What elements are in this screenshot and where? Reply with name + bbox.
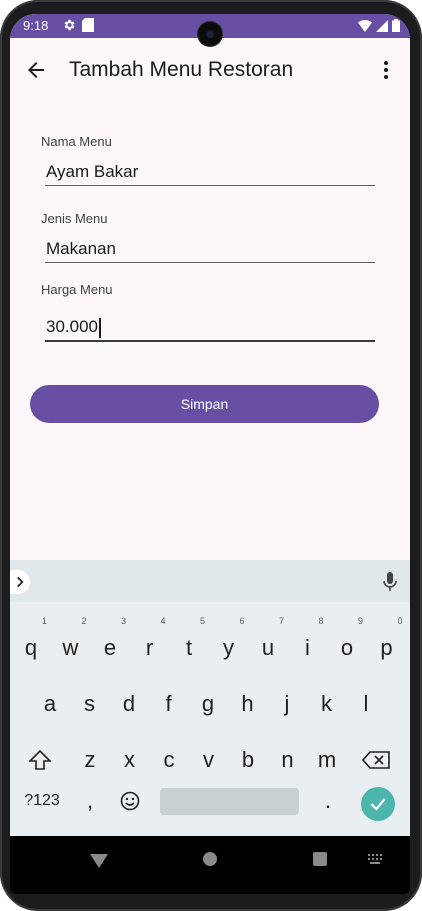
signal-icon xyxy=(376,19,388,32)
status-bar: 9:18 xyxy=(10,14,410,46)
harga-menu-input[interactable] xyxy=(45,314,375,342)
keyboard-switch-icon[interactable] xyxy=(368,854,382,864)
key-hint: 4 xyxy=(160,616,166,626)
key-n[interactable]: n xyxy=(270,736,306,784)
key-hint: 3 xyxy=(120,616,126,626)
status-time: 9:18 xyxy=(23,18,49,33)
key-p[interactable]: p0 xyxy=(369,616,405,672)
key-q[interactable]: q1 xyxy=(13,616,49,672)
key-hint: 5 xyxy=(199,616,205,626)
key-label: w xyxy=(62,635,79,660)
space-key[interactable] xyxy=(160,788,299,815)
key-w[interactable]: w2 xyxy=(53,616,89,672)
chevron-right-icon xyxy=(17,576,24,588)
screen: 9:18 Tambah Menu Restoran Nama Menu Ayam… xyxy=(10,14,410,894)
key-hint: 1 xyxy=(41,616,47,626)
key-label: u xyxy=(261,635,275,660)
more-vert-icon[interactable] xyxy=(374,58,398,82)
expand-suggestions-button[interactable] xyxy=(10,570,30,594)
harga-menu-label: Harga Menu xyxy=(41,282,113,297)
key-a[interactable]: a xyxy=(32,680,68,728)
jenis-menu-label: Jenis Menu xyxy=(41,211,108,226)
key-h[interactable]: h xyxy=(230,680,266,728)
key-l[interactable]: l xyxy=(348,680,384,728)
backspace-key[interactable] xyxy=(358,736,394,784)
status-right-icons xyxy=(358,19,400,32)
key-hint: 2 xyxy=(81,616,87,626)
key-o[interactable]: o9 xyxy=(329,616,365,672)
text-caret xyxy=(99,318,101,338)
navigation-bar xyxy=(10,836,410,894)
nama-menu-label: Nama Menu xyxy=(41,134,112,149)
key-d[interactable]: d xyxy=(111,680,147,728)
key-label: o xyxy=(340,635,354,660)
key-t[interactable]: t5 xyxy=(171,616,207,672)
nama-menu-field: Nama Menu xyxy=(41,134,375,190)
key-label: i xyxy=(305,635,310,660)
nama-menu-input[interactable] xyxy=(45,158,375,186)
key-hint: 9 xyxy=(357,616,363,626)
nav-home-icon[interactable] xyxy=(203,852,217,866)
key-hint: 8 xyxy=(318,616,324,626)
app-bar: Tambah Menu Restoran xyxy=(10,38,410,102)
save-button[interactable]: Simpan xyxy=(30,385,379,423)
microphone-icon[interactable] xyxy=(382,572,398,592)
key-j[interactable]: j xyxy=(269,680,305,728)
key-v[interactable]: v xyxy=(191,736,227,784)
soft-keyboard: q1w2e3r4t5y6u7i8o9p0 asdfghjkl zxcvbnm ?… xyxy=(10,560,410,836)
key-y[interactable]: y6 xyxy=(211,616,247,672)
key-u[interactable]: u7 xyxy=(250,616,286,672)
key-hint: 6 xyxy=(239,616,245,626)
key-label: p xyxy=(380,635,393,660)
wifi-icon xyxy=(358,19,372,32)
backspace-icon xyxy=(361,751,390,769)
shift-icon xyxy=(28,749,52,770)
harga-menu-field: Harga Menu xyxy=(41,282,375,344)
emoji-icon xyxy=(120,791,140,811)
key-hint: 7 xyxy=(278,616,284,626)
keyboard-toolbar xyxy=(10,560,410,602)
nav-recents-icon[interactable] xyxy=(313,852,327,866)
key-hint: 0 xyxy=(397,616,403,626)
jenis-menu-input[interactable] xyxy=(45,235,375,263)
symbols-key[interactable]: ?123 xyxy=(20,777,64,825)
sd-card-icon xyxy=(82,18,94,32)
key-s[interactable]: s xyxy=(72,680,108,728)
period-key[interactable]: . xyxy=(310,777,346,825)
check-icon xyxy=(370,798,386,811)
key-label: q xyxy=(24,635,38,660)
key-label: r xyxy=(145,635,154,660)
page-title: Tambah Menu Restoran xyxy=(69,58,294,81)
arrow-back-icon[interactable] xyxy=(24,58,48,82)
key-b[interactable]: b xyxy=(230,736,266,784)
device-frame: 9:18 Tambah Menu Restoran Nama Menu Ayam… xyxy=(0,0,422,911)
key-r[interactable]: r4 xyxy=(132,616,168,672)
key-label: t xyxy=(185,635,193,660)
key-e[interactable]: e3 xyxy=(92,616,128,672)
key-c[interactable]: c xyxy=(151,736,187,784)
key-g[interactable]: g xyxy=(190,680,226,728)
battery-icon xyxy=(392,19,400,32)
key-label: y xyxy=(223,635,234,660)
jenis-menu-field: Jenis Menu xyxy=(41,211,375,267)
settings-icon xyxy=(64,19,75,31)
key-label: e xyxy=(103,635,117,660)
comma-key[interactable]: , xyxy=(72,777,108,825)
nav-back-icon[interactable] xyxy=(90,854,108,868)
key-f[interactable]: f xyxy=(151,680,187,728)
status-left-icons xyxy=(62,18,94,32)
enter-key[interactable] xyxy=(361,787,395,821)
key-i[interactable]: i8 xyxy=(290,616,326,672)
key-k[interactable]: k xyxy=(309,680,345,728)
emoji-key[interactable] xyxy=(112,777,148,825)
